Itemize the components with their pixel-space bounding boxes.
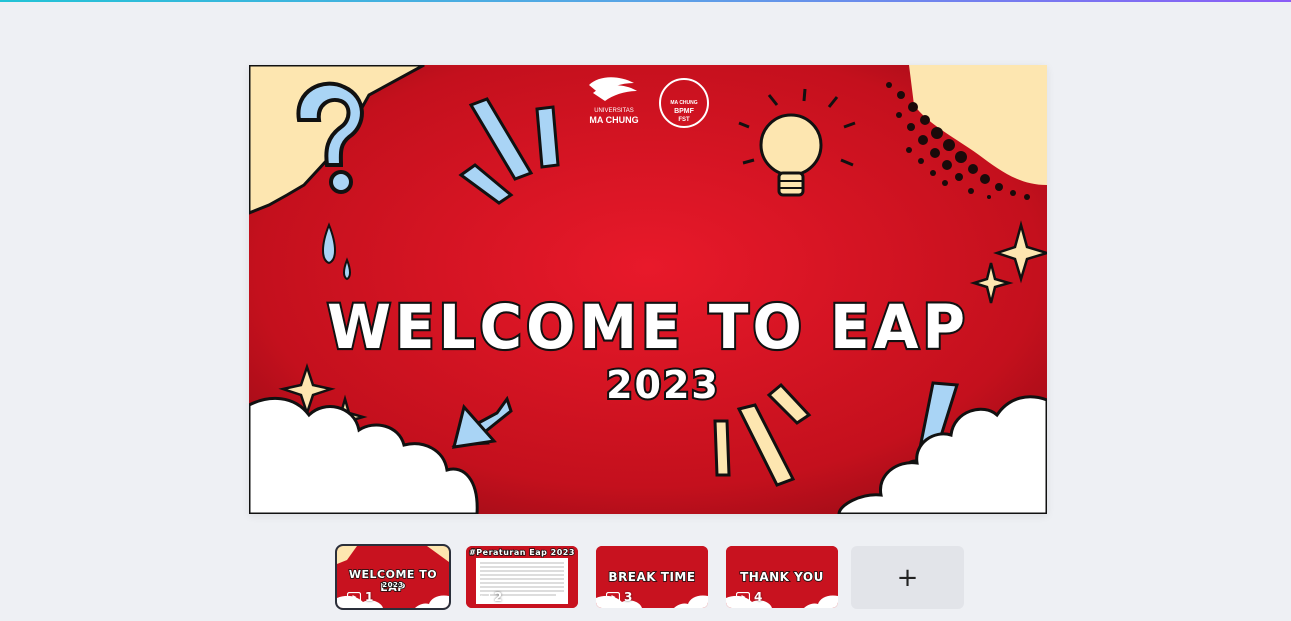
slide-year-container: 2023 — [249, 361, 1047, 409]
thumbnail-2-number: 2 — [476, 590, 502, 604]
slide-artwork — [249, 65, 1047, 514]
thumbnail-3-number-label: 3 — [624, 590, 633, 604]
thumbnail-4-title: THANK YOU — [739, 569, 824, 585]
slide-play-icon — [476, 591, 490, 602]
slide-title-container: WELCOME TO EAP — [249, 289, 1047, 365]
slide-play-icon — [347, 591, 361, 602]
slide-thumbnail-strip: WELCOME TO EAP 2023 1 #Peraturan Eap 202… — [0, 544, 1291, 610]
thumbnail-4-number: 4 — [736, 590, 762, 604]
logo-university-line1: UNIVERSITAS — [594, 108, 634, 114]
logo-university-line2: MA CHUNG — [589, 115, 639, 125]
slide-thumbnail-4[interactable]: THANK YOU 4 — [726, 546, 838, 608]
slide-play-icon — [736, 591, 750, 602]
thumbnail-3-title: BREAK TIME — [608, 569, 696, 585]
thumbnail-1-number: 1 — [347, 590, 373, 604]
logo-seal-line1: MA CHUNG — [670, 100, 698, 106]
slide-year[interactable]: 2023 — [576, 361, 720, 409]
plus-icon: + — [896, 562, 919, 593]
thumbnail-1-number-label: 1 — [365, 590, 374, 604]
slide-thumbnail-3[interactable]: BREAK TIME 3 — [596, 546, 708, 608]
slide-thumbnail-1[interactable]: WELCOME TO EAP 2023 1 — [335, 544, 451, 610]
thumbnail-4-number-label: 4 — [754, 590, 763, 604]
add-slide-button[interactable]: + — [851, 546, 964, 609]
slide-play-icon — [606, 591, 620, 602]
thumbnail-1-subtitle: 2023 — [382, 580, 404, 590]
thumbnail-2-title: #Peraturan Eap 2023 — [468, 547, 575, 558]
thumbnail-2-number-label: 2 — [494, 590, 503, 604]
logo-seal-line2: BPMF — [674, 108, 694, 115]
top-accent-bar — [0, 0, 1291, 2]
slide-canvas[interactable]: UNIVERSITAS MA CHUNG MA CHUNG BPMF FST W… — [249, 65, 1047, 514]
slide-thumbnail-2[interactable]: #Peraturan Eap 2023 2 — [466, 546, 578, 608]
thumbnail-3-number: 3 — [606, 590, 632, 604]
logo-seal-line3: FST — [678, 117, 690, 123]
slide-title[interactable]: WELCOME TO EAP — [325, 289, 969, 365]
